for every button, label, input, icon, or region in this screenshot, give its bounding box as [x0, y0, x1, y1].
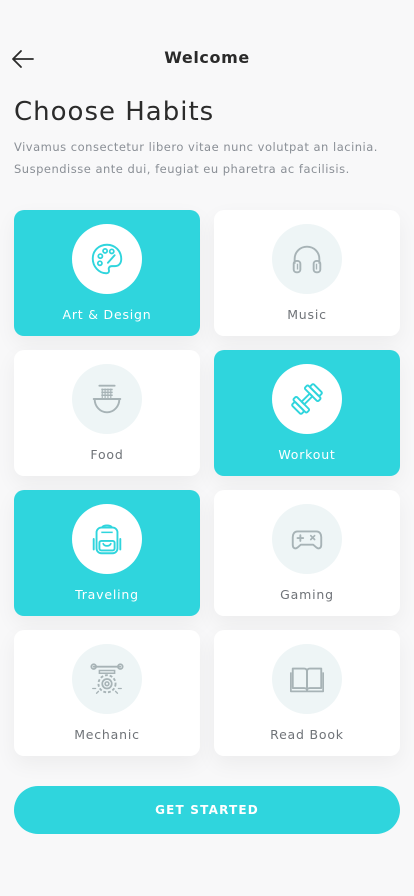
habit-label: Gaming	[280, 587, 334, 602]
habit-card-art-design[interactable]: Art & Design	[14, 210, 200, 336]
habit-icon-circle	[272, 504, 342, 574]
header: Welcome	[0, 40, 414, 76]
habit-card-mechanic[interactable]: Mechanic	[14, 630, 200, 756]
headphones-icon	[292, 245, 322, 274]
habit-icon-circle	[72, 364, 142, 434]
habit-label: Food	[90, 447, 124, 462]
habit-icon-circle	[72, 504, 142, 574]
get-started-button[interactable]: GET STARTED	[14, 786, 400, 834]
habit-card-gaming[interactable]: Gaming	[214, 490, 400, 616]
book-icon	[289, 667, 325, 693]
gamepad-icon	[291, 530, 323, 550]
habit-icon-circle	[72, 224, 142, 294]
dumbbell-icon	[291, 383, 323, 415]
habit-label: Art & Design	[62, 307, 152, 322]
habit-label: Read Book	[270, 727, 344, 742]
habit-icon-circle	[272, 224, 342, 294]
habit-card-workout[interactable]: Workout	[214, 350, 400, 476]
habit-card-music[interactable]: Music	[214, 210, 400, 336]
gear-wrench-icon	[90, 663, 124, 694]
habit-icon-circle	[272, 364, 342, 434]
habit-label: Traveling	[75, 587, 139, 602]
page-title: Choose Habits	[14, 97, 215, 127]
habit-label: Mechanic	[74, 727, 140, 742]
habit-card-food[interactable]: Food	[14, 350, 200, 476]
habit-icon-circle	[272, 644, 342, 714]
header-title: Welcome	[164, 48, 250, 67]
choose-habits-screen: Welcome Choose Habits Vivamus consectetu…	[0, 0, 414, 896]
page-description: Vivamus consectetur libero vitae nunc vo…	[14, 140, 378, 176]
palette-icon	[91, 243, 123, 275]
habit-card-traveling[interactable]: Traveling	[14, 490, 200, 616]
habit-icon-circle	[72, 644, 142, 714]
habit-label: Music	[287, 307, 327, 322]
habit-label: Workout	[278, 447, 336, 462]
noodle-bowl-icon	[92, 384, 122, 414]
backpack-icon	[92, 524, 122, 555]
habit-card-read-book[interactable]: Read Book	[214, 630, 400, 756]
